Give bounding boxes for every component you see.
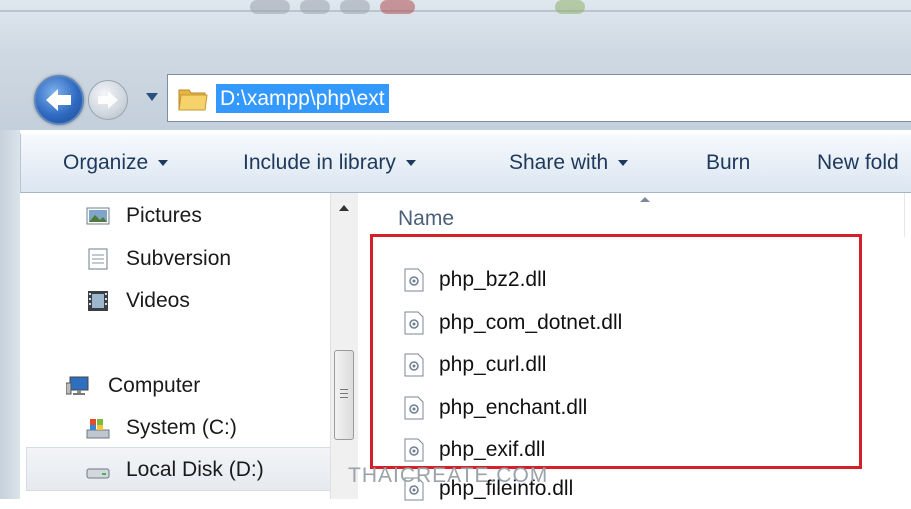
nav-item-label: System (C:) — [126, 416, 237, 439]
recent-pages-dropdown[interactable] — [146, 93, 158, 101]
blurred-background-shape — [250, 0, 290, 14]
command-toolbar: Organize Include in library Share with B… — [20, 133, 911, 193]
folder-icon — [178, 89, 208, 111]
window-top-edge — [0, 10, 911, 12]
chevron-down-icon — [618, 160, 629, 167]
thumb-grip — [340, 389, 348, 390]
window-left-frame — [0, 130, 20, 499]
sort-ascending-icon — [640, 197, 650, 202]
share-with-button[interactable]: Share with — [509, 134, 629, 192]
thumb-grip — [340, 397, 348, 398]
include-in-library-button[interactable]: Include in library — [243, 134, 416, 192]
new-folder-label: New fold — [817, 151, 899, 174]
back-button[interactable] — [34, 75, 84, 125]
organize-button[interactable]: Organize — [63, 134, 169, 192]
watermark-text: THAICREATE.COM — [348, 464, 549, 487]
nav-item-label: Pictures — [126, 204, 202, 227]
thumb-grip — [340, 393, 348, 394]
system-drive-icon — [86, 419, 110, 439]
pictures-icon — [86, 207, 110, 225]
burn-label: Burn — [706, 151, 751, 174]
document-icon — [88, 248, 108, 270]
videos-icon — [88, 291, 108, 311]
address-path[interactable]: D:\xampp\php\ext — [216, 84, 389, 113]
organize-label: Organize — [63, 151, 149, 174]
column-header-name[interactable]: Name — [398, 207, 454, 231]
include-in-library-label: Include in library — [243, 151, 396, 174]
nav-item-label: Computer — [108, 374, 201, 397]
nav-item-label: Videos — [126, 289, 190, 312]
arrow-right-icon — [98, 91, 118, 109]
nav-pane-scrollbar[interactable] — [330, 193, 358, 499]
scroll-up-arrow-icon[interactable] — [339, 205, 349, 211]
new-folder-button[interactable]: New fold — [817, 134, 899, 192]
blurred-background-shape — [555, 0, 585, 14]
navigation-pane: Pictures Subversion Videos Computer Syst… — [20, 193, 344, 499]
blurred-background-shape — [380, 0, 415, 14]
highlight-annotation-box — [370, 234, 862, 469]
share-with-label: Share with — [509, 151, 609, 174]
arrow-left-icon — [46, 89, 71, 111]
nav-item-label: Subversion — [126, 247, 232, 270]
burn-button[interactable]: Burn — [706, 134, 750, 192]
forward-button[interactable] — [88, 80, 128, 120]
computer-icon — [66, 376, 89, 395]
address-bar[interactable]: D:\xampp\php\ext — [167, 74, 911, 122]
nav-item-label: Local Disk (D:) — [126, 458, 264, 481]
column-divider — [904, 193, 905, 237]
scrollbar-thumb[interactable] — [334, 350, 354, 440]
blurred-background-shape — [340, 0, 370, 14]
blurred-background-shape — [300, 0, 330, 14]
chevron-down-icon — [158, 160, 169, 167]
disk-drive-icon — [86, 468, 110, 479]
chevron-down-icon — [405, 160, 416, 167]
